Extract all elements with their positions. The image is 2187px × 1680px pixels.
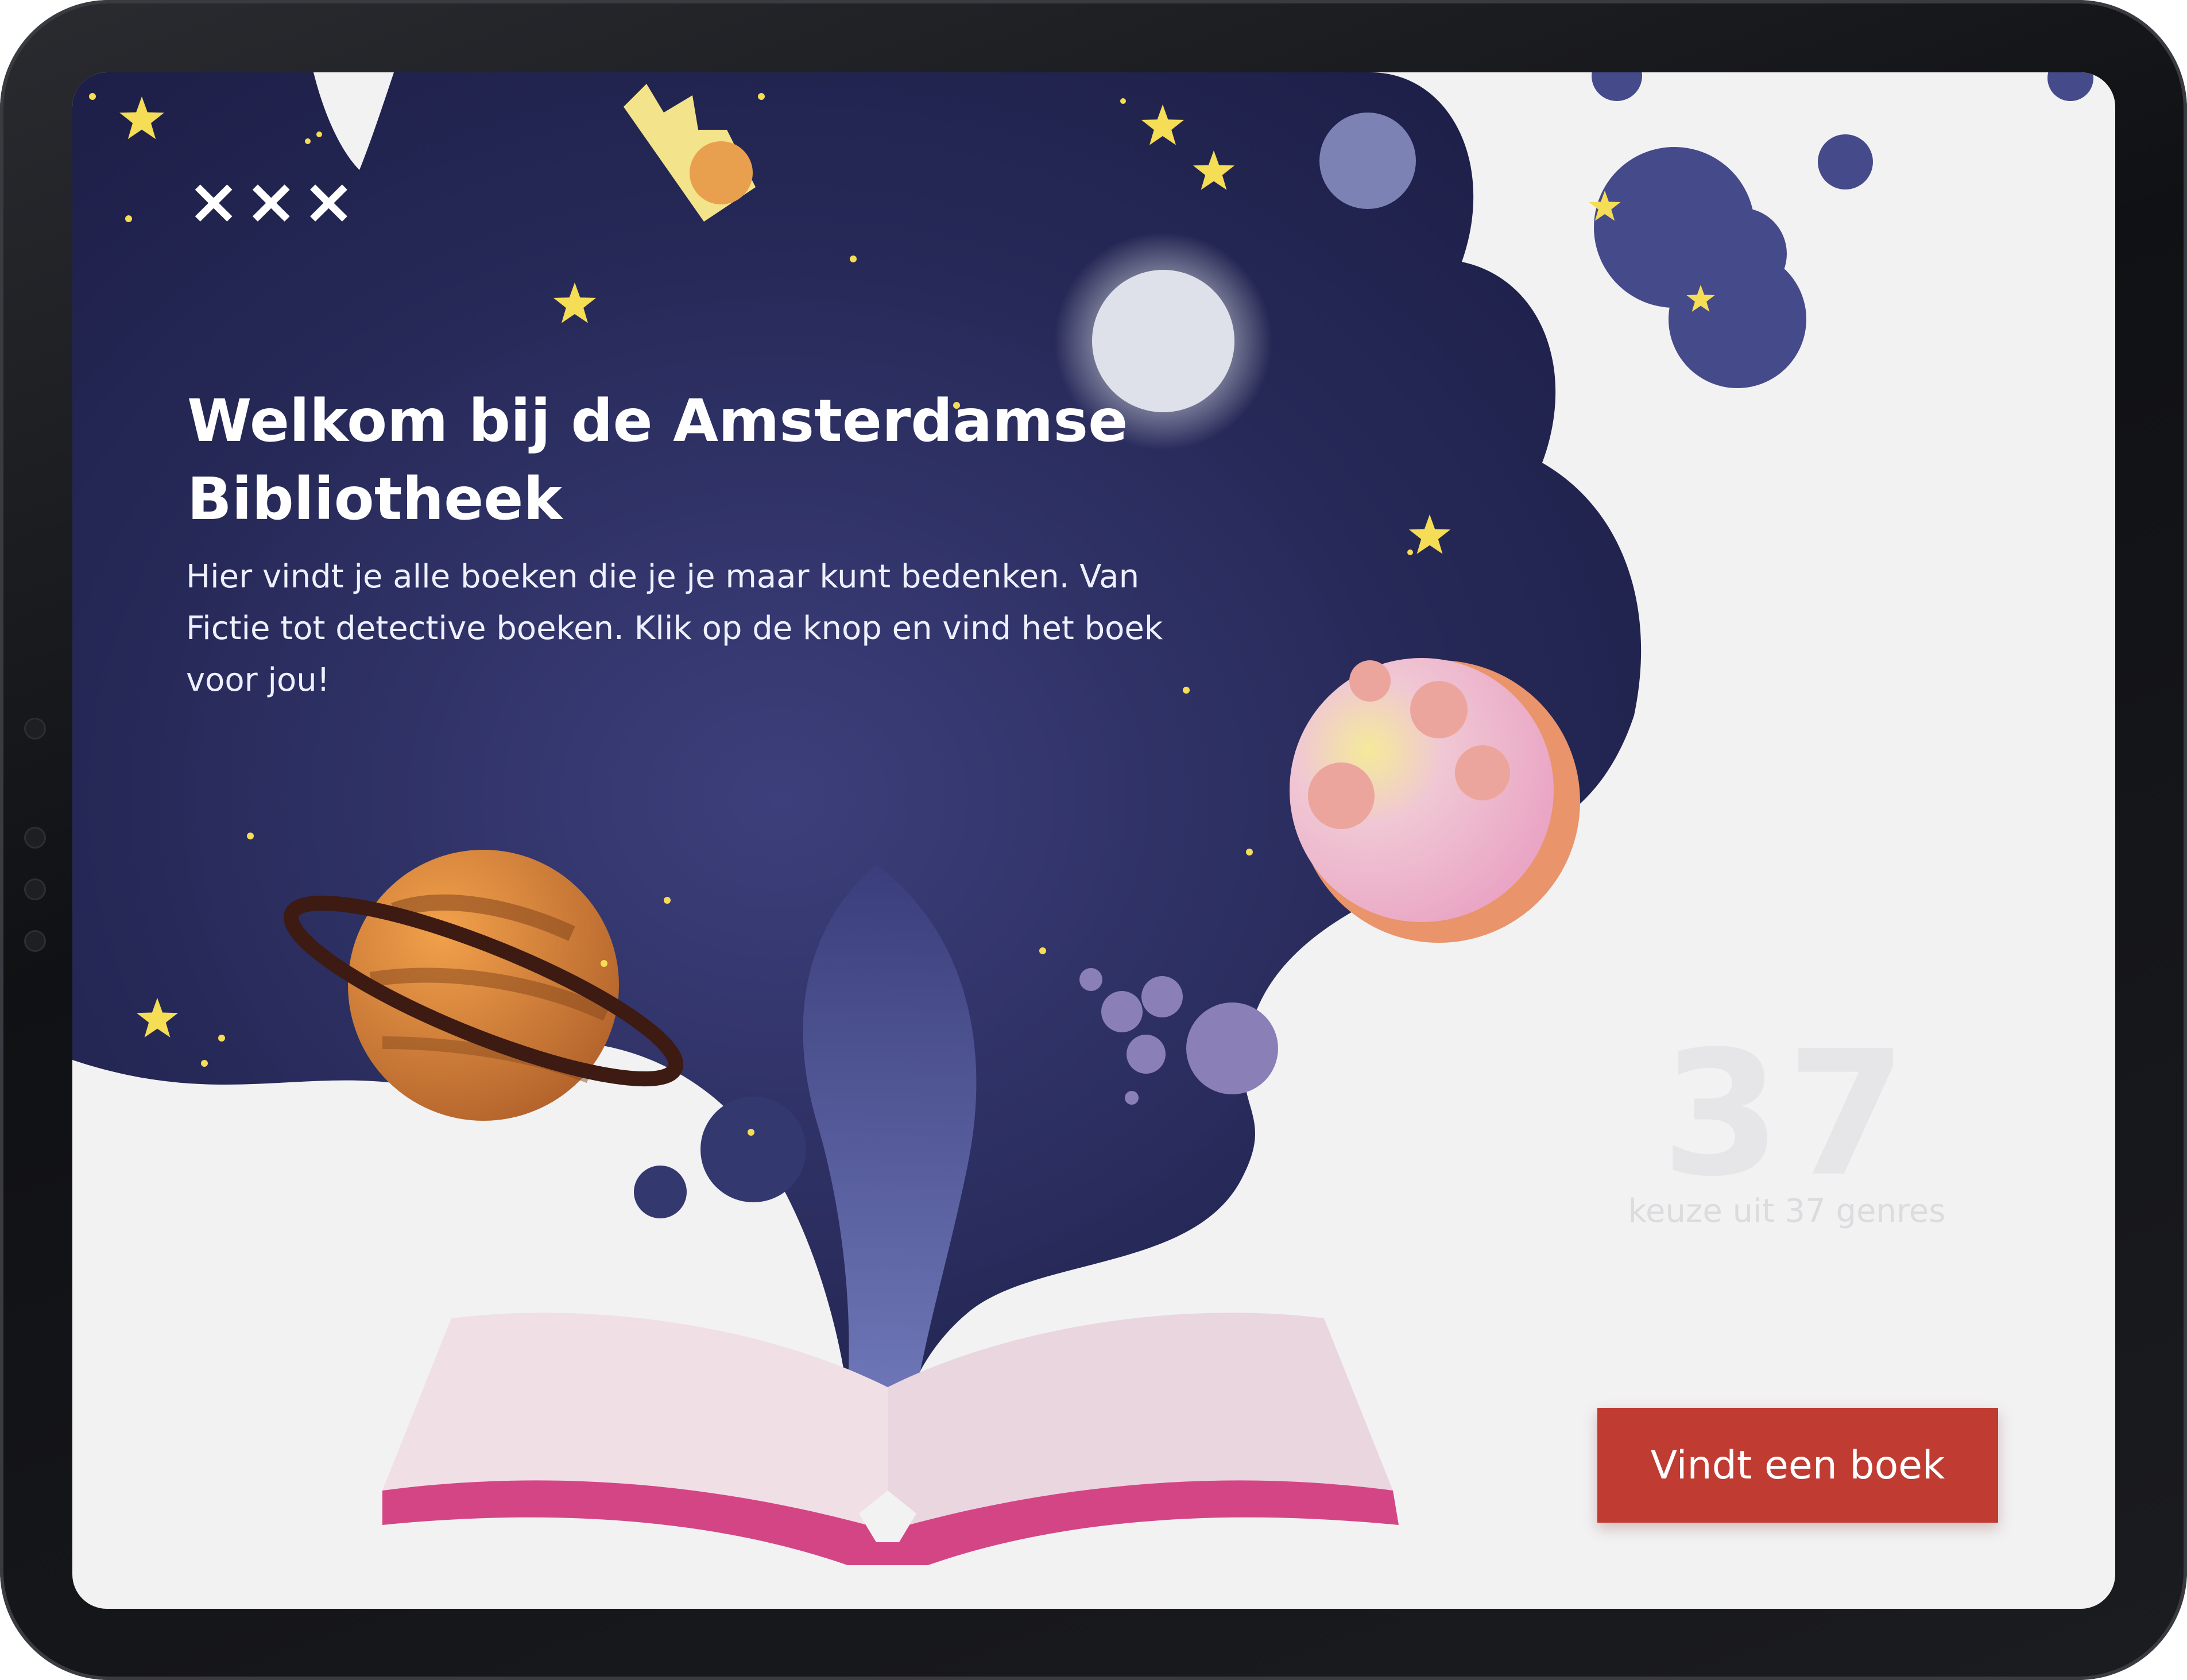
app-screen: ××× Welkom bij de Amsterdamse Bibliothee… [72,72,2115,1609]
page-title: Welkom bij de Amsterdamse Bibliotheek [187,387,1128,533]
sensor-dot [24,878,46,900]
genre-count-label: keuze uit 37 genres [1628,1193,1946,1230]
sensor-dot [24,718,46,740]
sensor-dot [24,827,46,849]
find-book-button[interactable]: Vindt een boek [1597,1408,1998,1523]
genre-count-number: 37 [1661,1014,1913,1214]
intro-text: Hier vindt je alle boeken die je je maar… [186,558,1163,699]
logo-xxx: ××× [187,164,360,238]
tablet-device-frame: ××× Welkom bij de Amsterdamse Bibliothee… [0,0,2187,1680]
sensor-dot [24,930,46,952]
space-illustration [72,72,2093,1565]
small-moon [1319,113,1416,209]
genre-counter: 37 keuze uit 37 genres [1597,1028,1976,1230]
